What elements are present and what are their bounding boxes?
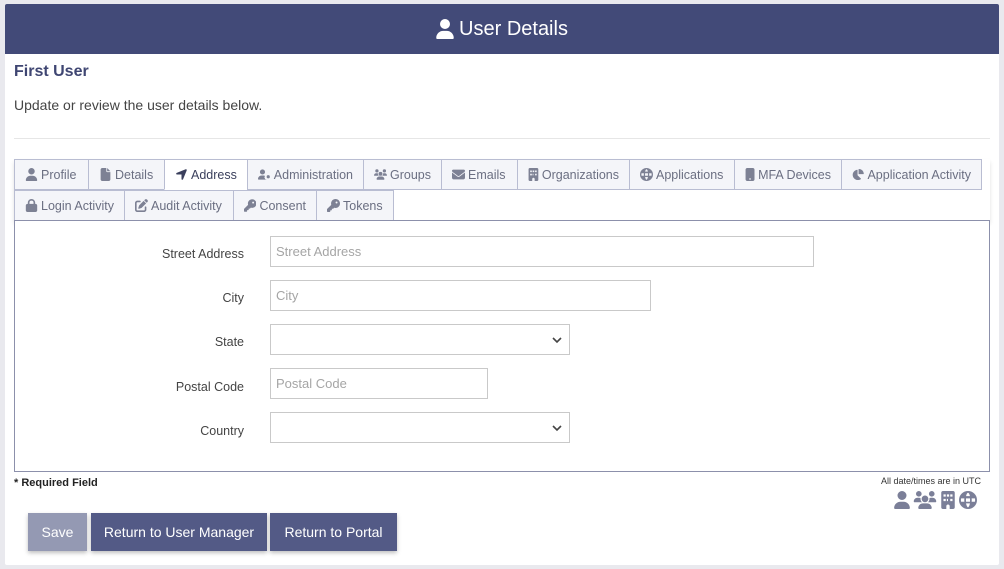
tab-groups[interactable]: Groups (363, 159, 442, 190)
tab-tokens[interactable]: Tokens (316, 190, 394, 221)
tab-label: Address (191, 167, 237, 182)
tab-organizations[interactable]: Organizations (517, 159, 630, 190)
required-field-note: * Required Field (14, 477, 98, 489)
chevron-down-icon (552, 425, 562, 432)
tab-label: Consent (259, 198, 306, 213)
key-icon (244, 199, 257, 212)
tab-label: MFA Devices (758, 167, 831, 182)
tab-label: Administration (273, 167, 353, 182)
globe-icon (640, 168, 653, 181)
tab-emails[interactable]: Emails (441, 159, 518, 190)
users-icon (374, 169, 387, 180)
state-select[interactable] (270, 324, 570, 355)
tab-consent[interactable]: Consent (233, 190, 317, 221)
tab-audit-activity[interactable]: Audit Activity (124, 190, 234, 221)
page-header: User Details (5, 4, 999, 54)
street-address-input[interactable] (270, 236, 814, 267)
envelope-icon (452, 169, 465, 180)
tab-row-1: Profile Details Address Administration G… (14, 159, 990, 190)
edit-icon (135, 199, 148, 212)
globe-icon (959, 491, 977, 509)
state-label: State (214, 335, 244, 349)
building-icon (941, 491, 955, 509)
tab-administration[interactable]: Administration (247, 159, 364, 190)
mobile-icon (745, 168, 755, 181)
postal-code-label: Postal Code (175, 380, 244, 394)
user-icon (25, 168, 38, 181)
page-title: User Details (459, 17, 568, 40)
tab-bar: Profile Details Address Administration G… (14, 159, 990, 221)
tab-address[interactable]: Address (164, 159, 248, 190)
user-icon (894, 491, 910, 509)
divider (14, 138, 990, 139)
user-details-card: User Details First User Update or review… (5, 4, 999, 565)
tab-label: Tokens (343, 198, 383, 213)
tab-label: Details (115, 167, 154, 182)
tab-login-activity[interactable]: Login Activity (14, 190, 125, 221)
city-input[interactable] (270, 280, 651, 311)
tab-details[interactable]: Details (88, 159, 165, 190)
tab-row-2: Login Activity Audit Activity Consent To… (14, 190, 990, 221)
tab-label: Profile (41, 167, 77, 182)
tab-applications[interactable]: Applications (629, 159, 735, 190)
tab-label: Application Activity (867, 167, 971, 182)
utc-note: All date/times are in UTC (880, 476, 981, 486)
tab-label: Audit Activity (151, 198, 222, 213)
address-panel: Street Address City State Postal Code Co… (14, 220, 990, 472)
tab-mfa-devices[interactable]: MFA Devices (734, 159, 842, 190)
lock-icon (25, 199, 38, 212)
user-icon (436, 19, 454, 39)
tab-label: Applications (656, 167, 724, 182)
users-icon (913, 491, 937, 509)
city-label: City (222, 291, 244, 305)
page-subtitle: Update or review the user details below. (14, 97, 263, 113)
tab-label: Organizations (541, 167, 619, 182)
user-name-heading: First User (14, 63, 89, 80)
save-button[interactable]: Save (28, 513, 87, 551)
tab-label: Login Activity (41, 198, 114, 213)
user-cog-icon (258, 169, 270, 180)
postal-code-input[interactable] (270, 368, 488, 399)
tab-application-activity[interactable]: Application Activity (841, 159, 982, 190)
country-select[interactable] (270, 412, 570, 443)
country-label: Country (200, 424, 244, 438)
building-icon (528, 168, 539, 181)
street-address-label: Street Address (162, 247, 244, 261)
tab-profile[interactable]: Profile (14, 159, 89, 190)
tab-label: Emails (468, 167, 506, 182)
pie-chart-icon (852, 168, 864, 181)
key-icon (327, 199, 340, 212)
file-icon (100, 168, 111, 181)
return-to-user-manager-button[interactable]: Return to User Manager (91, 513, 267, 551)
tab-label: Groups (390, 167, 431, 182)
chevron-down-icon (552, 337, 562, 344)
legend-icons (893, 491, 977, 509)
location-arrow-icon (176, 169, 187, 180)
return-to-portal-button[interactable]: Return to Portal (270, 513, 397, 551)
